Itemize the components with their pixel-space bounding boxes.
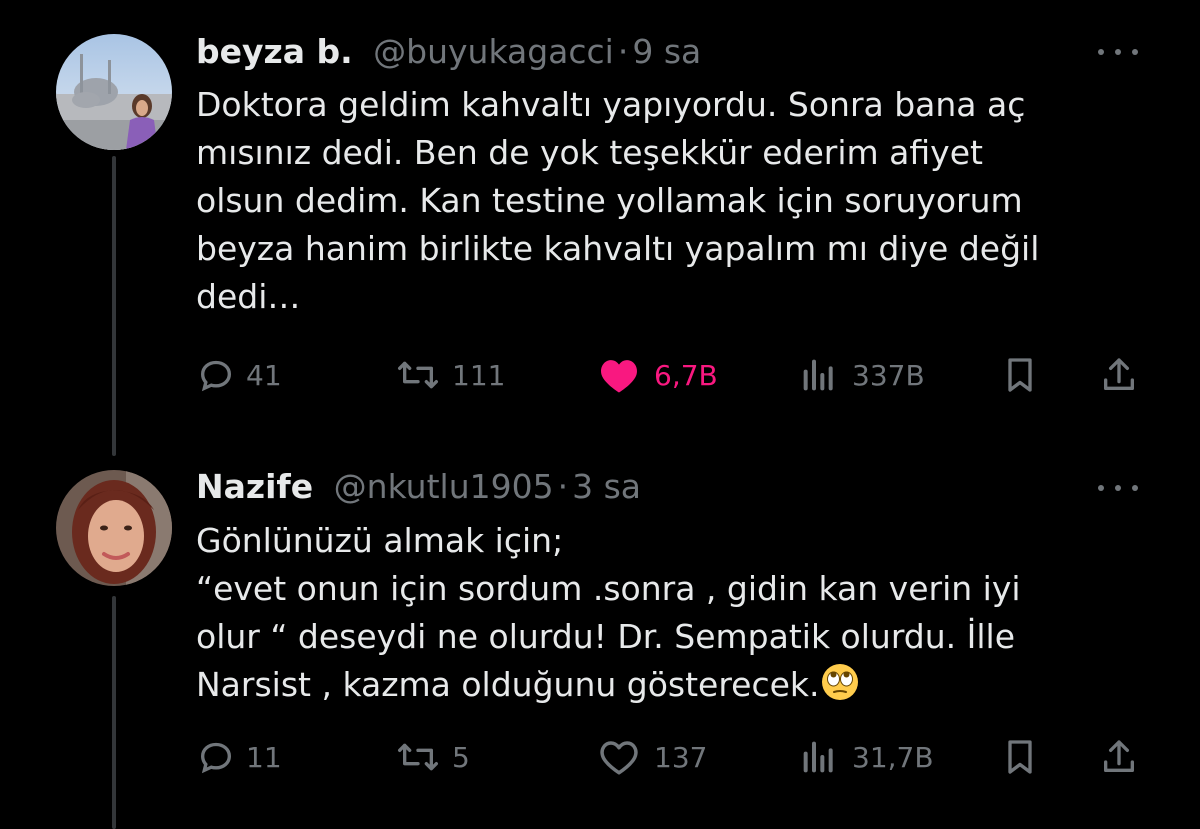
action-bar: 11 5 137 31,7B <box>196 737 1146 777</box>
share-icon <box>1104 740 1134 772</box>
views-count: 31,7B <box>852 740 934 774</box>
tweet-text-line: Narsist , kazma olduğunu gösterecek. <box>196 661 1126 709</box>
separator: · <box>617 32 629 71</box>
tweet-text-line: mısınız dedi. Ben de yok teşekkür ederim… <box>196 133 983 172</box>
handle[interactable]: @buyukagacci <box>373 32 614 71</box>
reply-icon <box>200 742 232 774</box>
bookmark-button[interactable] <box>1000 355 1040 395</box>
like-button[interactable]: 137 <box>598 737 707 777</box>
bookmark-icon <box>1008 358 1032 392</box>
tweet-header: Nazife @nkutlu1905 · 3 sa <box>196 467 641 507</box>
share-icon <box>1104 358 1134 390</box>
views-icon <box>803 741 833 773</box>
tweet-text-line: olur “ deseydi ne olurdu! Dr. Sempatik o… <box>196 617 1016 656</box>
tweet-text-line: “evet onun için sordum .sonra , gidin ka… <box>196 569 1021 608</box>
reply-icon <box>200 360 232 392</box>
action-bar: 41 111 6,7B 337B <box>196 355 1146 395</box>
tweet-text-line: Gönlünüzü almak için; <box>196 521 564 560</box>
avatar[interactable] <box>56 34 172 150</box>
tweet[interactable]: beyza b. @buyukagacci · 9 sa Doktora geldi… <box>0 0 1200 440</box>
more-icon[interactable] <box>1098 482 1138 494</box>
retweet-icon <box>398 361 439 389</box>
retweet-icon <box>398 743 439 771</box>
like-count: 137 <box>654 740 708 774</box>
separator: · <box>557 467 569 506</box>
timestamp[interactable]: 3 sa <box>572 467 641 506</box>
views-icon <box>803 359 833 391</box>
handle[interactable]: @nkutlu1905 <box>334 467 554 506</box>
reply-button[interactable]: 11 <box>196 737 282 777</box>
views-button[interactable]: 31,7B <box>800 737 934 777</box>
like-icon <box>600 741 638 775</box>
tweet-text: Doktora geldim kahvaltı yapıyordu. Sonra… <box>196 81 1126 321</box>
retweet-button[interactable]: 5 <box>394 737 470 777</box>
reply-count: 41 <box>246 358 282 392</box>
tweet-text-line: olsun dedim. Kan testine yollamak için s… <box>196 181 1023 220</box>
reply-button[interactable]: 41 <box>196 355 282 395</box>
bookmark-button[interactable] <box>1000 737 1040 777</box>
like-count: 6,7B <box>654 358 718 392</box>
like-icon <box>601 360 637 393</box>
tweet-text-line: beyza hanim birlikte kahvaltı yapalım mı… <box>196 229 1040 268</box>
tweet-text-line: dedi… <box>196 277 301 316</box>
display-name[interactable]: beyza b. <box>196 32 353 71</box>
more-icon[interactable] <box>1098 46 1138 58</box>
share-button[interactable] <box>1098 737 1140 777</box>
tweet-text-segment: Narsist , kazma olduğunu gösterecek. <box>196 665 820 704</box>
tweet-text-line: Doktora geldim kahvaltı yapıyordu. Sonra… <box>196 85 1026 124</box>
views-count: 337B <box>852 358 925 392</box>
tweet[interactable]: Nazife @nkutlu1905 · 3 sa Gönlünüzü almak … <box>0 440 1200 829</box>
retweet-button[interactable]: 111 <box>394 355 505 395</box>
rolling-eyes-emoji-icon <box>821 664 858 700</box>
avatar[interactable] <box>56 470 172 586</box>
timestamp[interactable]: 9 sa <box>632 32 701 71</box>
reply-count: 11 <box>246 740 282 774</box>
tweet-header: beyza b. @buyukagacci · 9 sa <box>196 32 701 72</box>
retweet-count: 5 <box>452 740 470 774</box>
share-button[interactable] <box>1098 355 1140 395</box>
retweet-count: 111 <box>452 358 506 392</box>
like-button[interactable]: 6,7B <box>598 355 718 395</box>
display-name[interactable]: Nazife <box>196 467 313 506</box>
views-button[interactable]: 337B <box>800 355 925 395</box>
tweet-text: Gönlünüzü almak için; “evet onun için so… <box>196 517 1126 709</box>
bookmark-icon <box>1008 740 1032 774</box>
